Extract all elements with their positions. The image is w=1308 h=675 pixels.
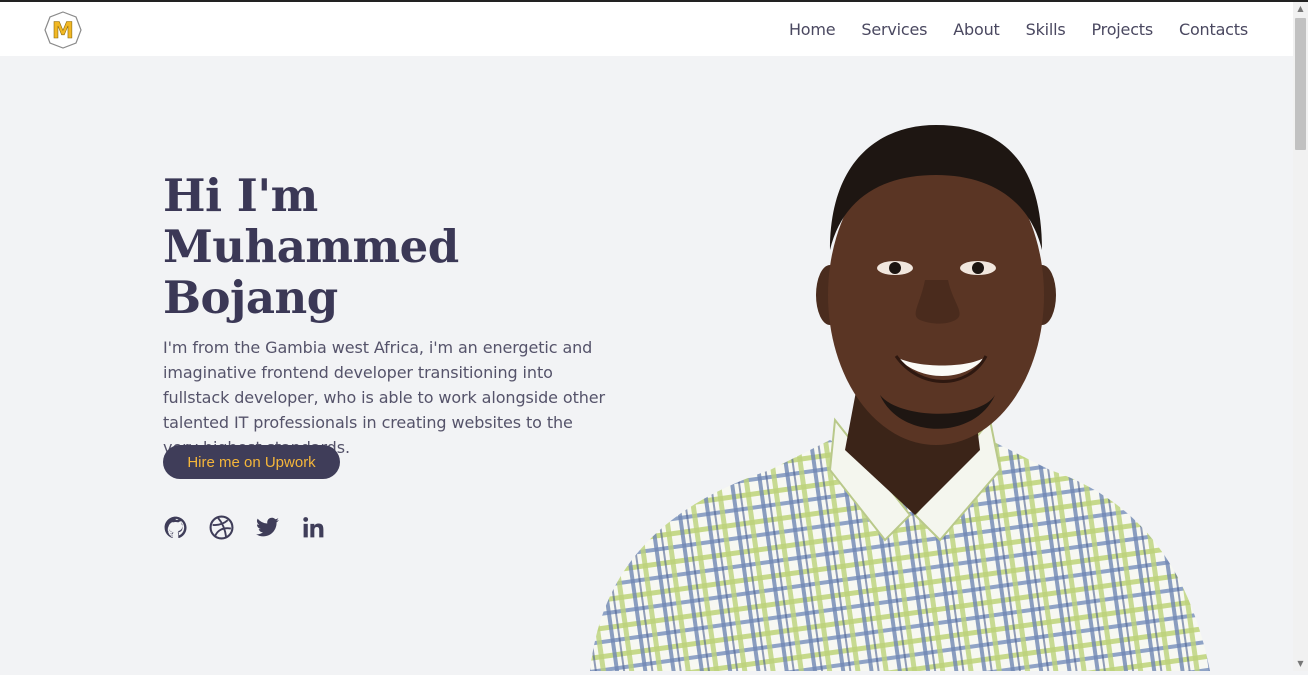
dribbble-link[interactable] [209,515,234,540]
linkedin-link[interactable] [301,515,326,540]
social-links [163,515,347,540]
logo-letter: M [52,19,74,44]
nav-contacts[interactable]: Contacts [1179,20,1248,39]
nav-projects[interactable]: Projects [1092,20,1154,39]
github-icon [164,516,187,539]
hero-heading: Hi I'm Muhammed Bojang [163,170,623,323]
hire-me-button[interactable]: Hire me on Upwork [163,445,340,479]
nav-home[interactable]: Home [789,20,836,39]
logo-icon: M [44,11,82,49]
hero-description: I'm from the Gambia west Africa, i'm an … [163,338,606,457]
nav-services[interactable]: Services [861,20,927,39]
nav-skills[interactable]: Skills [1026,20,1066,39]
site-header: M Home Services About Skills Projects Co… [0,2,1293,56]
hero-name: Muhammed Bojang [163,220,459,324]
twitter-link[interactable] [255,515,280,540]
profile-photo [580,120,1220,671]
dribbble-icon [209,515,234,540]
hero-greeting: Hi I'm [163,169,318,222]
scroll-up-arrow-icon[interactable]: ▲ [1293,2,1308,16]
scroll-down-arrow-icon[interactable]: ▼ [1293,657,1308,671]
scrollbar[interactable]: ▲ ▼ [1293,2,1308,671]
github-link[interactable] [163,515,188,540]
scrollbar-thumb[interactable] [1295,18,1306,150]
logo[interactable]: M [44,10,82,50]
nav-about[interactable]: About [953,20,1000,39]
main-nav: Home Services About Skills Projects Cont… [763,2,1248,56]
hero-section: Hi I'm Muhammed Bojang I'm from the Gamb… [163,170,623,460]
twitter-icon [256,517,279,537]
linkedin-icon [303,517,324,538]
